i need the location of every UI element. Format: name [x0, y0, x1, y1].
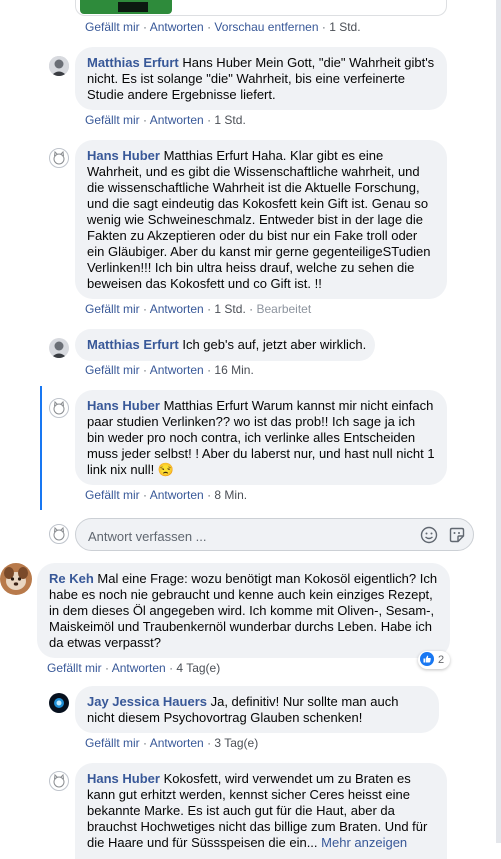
reply-link[interactable]: Antworten — [150, 736, 204, 750]
avatar-matthias-erfurt[interactable] — [49, 56, 69, 76]
avatar-hans-huber[interactable] — [49, 398, 69, 418]
unamused-emoji: 😒 — [157, 462, 174, 477]
reaction-count: 2 — [438, 654, 445, 666]
reply-link[interactable]: Antworten — [150, 302, 204, 316]
glow-photo-icon — [49, 693, 69, 713]
avatar-matthias-erfurt[interactable] — [49, 338, 69, 358]
sticker-icon[interactable] — [448, 526, 466, 549]
like-link[interactable]: Gefällt mir — [85, 20, 140, 34]
comment-time[interactable]: 16 Min. — [214, 363, 253, 377]
cat-drawing-icon — [53, 150, 65, 165]
comment-actions: Gefällt mir · Antworten · 3 Tag(e) — [85, 736, 259, 750]
like-link[interactable]: Gefällt mir — [85, 113, 140, 127]
person-photo-icon — [49, 338, 69, 358]
thumbs-up-icon — [420, 651, 434, 669]
reply-link[interactable]: Antworten — [150, 488, 204, 502]
dog-photo-icon — [0, 563, 32, 595]
edited-label[interactable]: Bearbeitet — [256, 302, 311, 316]
comment-time[interactable]: 3 Tag(e) — [214, 736, 258, 750]
cat-drawing-icon — [53, 773, 65, 788]
reply-link[interactable]: Antworten — [150, 113, 204, 127]
comment-bubble: Hans Huber Kokosfett, wird verwendet um … — [75, 763, 447, 859]
comment-time[interactable]: 4 Tag(e) — [176, 661, 220, 675]
comment-bubble: Matthias Erfurt Hans Huber Mein Gott, "d… — [75, 47, 447, 110]
comment-text: Ich geb's auf, jetzt aber wirklich. — [178, 337, 367, 352]
highlight-thread-line — [40, 386, 42, 510]
comment-text: Mal eine Frage: wozu benötigt man Kokosö… — [49, 571, 438, 650]
comment-bubble: Hans Huber Matthias Erfurt Warum kannst … — [75, 390, 447, 485]
comment-bubble: Hans Huber Matthias Erfurt Haha. Klar gi… — [75, 140, 447, 299]
reply-input[interactable] — [86, 526, 410, 546]
avatar-jay-jessica-hauers[interactable] — [49, 693, 69, 713]
like-link[interactable]: Gefällt mir — [85, 302, 140, 316]
avatar-hans-huber[interactable] — [49, 148, 69, 168]
author-name[interactable]: Jay Jessica Hauers — [87, 694, 207, 709]
author-name[interactable]: Hans Huber — [87, 398, 160, 413]
link-preview-image — [80, 0, 172, 14]
reply-composer[interactable] — [75, 518, 474, 551]
cat-drawing-icon — [53, 400, 65, 415]
smiley-icon[interactable] — [420, 526, 438, 549]
reply-link[interactable]: Antworten — [112, 661, 166, 675]
comment-text: Matthias Erfurt Haha. Klar gibt es eine … — [87, 148, 431, 291]
comment-bubble: Jay Jessica Hauers Ja, definitiv! Nur so… — [75, 686, 439, 733]
author-name[interactable]: Hans Huber — [87, 771, 160, 786]
comment-bubble: Re Keh Mal eine Frage: wozu benötigt man… — [37, 563, 450, 658]
author-name[interactable]: Matthias Erfurt — [87, 55, 179, 70]
reply-link[interactable]: Antworten — [150, 20, 204, 34]
comment-bubble: Matthias Erfurt Ich geb's auf, jetzt abe… — [75, 329, 375, 361]
like-link[interactable]: Gefällt mir — [85, 363, 140, 377]
comment-actions: Gefällt mir · Antworten · Vorschau entfe… — [85, 20, 361, 34]
comment-actions: Gefällt mir · Antworten · 1 Std. — [85, 113, 246, 127]
like-link[interactable]: Gefällt mir — [47, 661, 102, 675]
reaction-count-badge[interactable]: 2 — [418, 651, 451, 669]
author-name[interactable]: Matthias Erfurt — [87, 337, 179, 352]
avatar-hans-huber[interactable] — [49, 771, 69, 791]
comment-actions: Gefällt mir · Antworten · 16 Min. — [85, 363, 254, 377]
current-user-avatar[interactable] — [49, 524, 69, 544]
comment-time[interactable]: 1 Std. — [214, 302, 245, 316]
reply-link[interactable]: Antworten — [150, 363, 204, 377]
author-name[interactable]: Hans Huber — [87, 148, 160, 163]
avatar-re-keh[interactable] — [0, 563, 32, 595]
author-name[interactable]: Re Keh — [49, 571, 94, 586]
cat-drawing-icon — [53, 526, 65, 541]
scrollbar-track[interactable] — [496, 0, 501, 843]
comment-time[interactable]: 1 Std. — [214, 113, 245, 127]
remove-preview-link[interactable]: Vorschau entfernen — [214, 20, 318, 34]
comment-actions: Gefällt mir · Antworten · 1 Std. · Bearb… — [85, 302, 312, 316]
person-photo-icon — [49, 56, 69, 76]
like-link[interactable]: Gefällt mir — [85, 736, 140, 750]
comment-actions: Gefällt mir · Antworten · 4 Tag(e) — [47, 661, 221, 675]
comment-actions: Gefällt mir · Antworten · 8 Min. — [85, 488, 248, 502]
comment-time[interactable]: 8 Min. — [214, 488, 247, 502]
like-link[interactable]: Gefällt mir — [85, 488, 140, 502]
comment-time[interactable]: 1 Std. — [329, 20, 360, 34]
